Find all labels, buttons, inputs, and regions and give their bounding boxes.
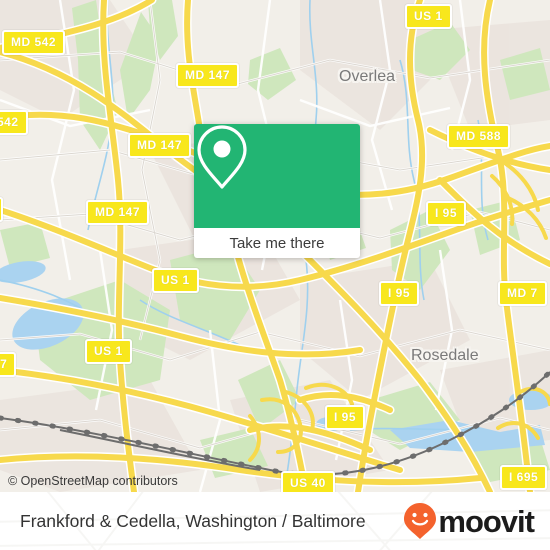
place-label-overlea: Overlea [339, 68, 396, 85]
road-shield: 542 [0, 110, 28, 135]
road-shield: I 695 [500, 465, 548, 490]
road-shield: MD 147 [86, 200, 150, 225]
road-shield: I 95 [426, 201, 467, 226]
road-shield: I 95 [379, 281, 420, 306]
road-shield: 47 [0, 352, 17, 377]
road-shield: MD 147 [128, 133, 192, 158]
road-shield: MD 542 [2, 30, 66, 55]
map-canvas[interactable]: MD 542 542 2 MD 147 MD 147 MD 147 47 US … [0, 0, 550, 492]
popup-image-area [194, 124, 360, 228]
destination-popup[interactable]: Take me there [194, 124, 360, 258]
place-label-rosedale: Rosedale [411, 347, 479, 364]
osm-attribution: © OpenStreetMap contributors [8, 474, 178, 488]
road-shield: I 95 [325, 405, 366, 430]
road-shield: 2 [0, 197, 4, 222]
road-shield: MD 7 [498, 281, 547, 306]
road-shield: US 1 [85, 339, 132, 364]
page-title: Frankford & Cedella, Washington / Baltim… [20, 510, 366, 531]
map-pin-icon [197, 125, 247, 189]
moovit-wordmark: moovit [438, 503, 535, 539]
footer-bar: Frankford & Cedella, Washington / Baltim… [0, 492, 550, 550]
road-shield: US 1 [152, 268, 199, 293]
moovit-smiley-pin-icon [404, 503, 437, 539]
take-me-there-button[interactable]: Take me there [194, 228, 360, 258]
road-shield: US 40 [281, 471, 335, 492]
road-shield: US 1 [405, 4, 452, 29]
moovit-logo[interactable]: moovit [403, 502, 535, 540]
road-shield: MD 147 [176, 63, 240, 88]
road-shield: MD 588 [447, 124, 511, 149]
map-screen: MD 542 542 2 MD 147 MD 147 MD 147 47 US … [0, 0, 550, 550]
